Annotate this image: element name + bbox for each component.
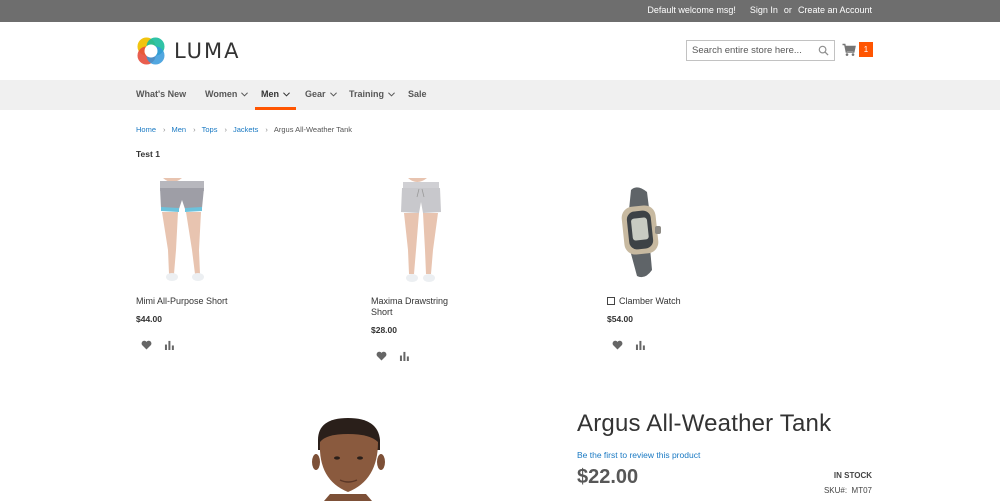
product-image[interactable] (136, 178, 276, 288)
breadcrumb-separator: › (224, 125, 227, 134)
block-title: Test 1 (136, 149, 160, 159)
compare-icon[interactable] (164, 340, 175, 350)
compare-icon[interactable] (635, 340, 646, 350)
product-image[interactable] (371, 178, 511, 288)
sign-in-link[interactable]: Sign In (750, 5, 778, 15)
chevron-down-icon (388, 92, 395, 97)
product-name-text[interactable]: Clamber Watch (619, 296, 681, 306)
breadcrumb-current: Argus All-Weather Tank (273, 125, 352, 134)
breadcrumb-separator: › (193, 125, 196, 134)
product-name[interactable]: Clamber Watch (607, 296, 681, 307)
product-item: Mimi All-Purpose Short $44.00 (136, 178, 326, 358)
create-account-link[interactable]: Create an Account (798, 5, 872, 15)
heart-icon[interactable] (141, 340, 152, 350)
product-price: $44.00 (136, 314, 162, 324)
product-item: Clamber Watch $54.00 (607, 178, 797, 358)
nav-item-women[interactable]: Women (205, 80, 249, 110)
product-name[interactable]: Maxima Drawstring (371, 296, 448, 307)
search-input[interactable] (687, 41, 813, 60)
header-links: Default welcome msg! Sign In or Create a… (647, 5, 872, 15)
stock-status: IN STOCK (833, 471, 872, 480)
breadcrumb-separator: › (163, 125, 166, 134)
product-name-line2[interactable]: Short (371, 307, 393, 318)
nav-item-label: Training (349, 89, 385, 99)
breadcrumb-tops[interactable]: Tops (202, 125, 218, 134)
sku: SKU#: MT07 (824, 486, 872, 495)
nav-item-training[interactable]: Training (349, 80, 395, 110)
search-icon[interactable] (818, 45, 829, 56)
chevron-down-icon (241, 92, 249, 97)
search-box[interactable] (686, 40, 835, 61)
header: LUMA 1 (0, 22, 1000, 80)
heart-icon[interactable] (376, 351, 387, 361)
nav-item-label: Women (205, 89, 238, 99)
product-item: Maxima Drawstring Short $28.00 (371, 178, 561, 368)
nav-item-whats-new[interactable]: What's New (136, 80, 186, 110)
chevron-down-icon (283, 92, 290, 97)
product-image[interactable] (607, 178, 747, 288)
breadcrumb-separator: › (265, 125, 268, 134)
heart-icon[interactable] (612, 340, 623, 350)
nav-item-label: Gear (305, 89, 326, 99)
product-name[interactable]: Mimi All-Purpose Short (136, 296, 228, 307)
breadcrumb: Home › Men › Tops › Jackets › Argus All-… (136, 125, 352, 134)
luma-logo-icon (137, 37, 165, 65)
compare-checkbox[interactable] (607, 297, 615, 305)
review-link[interactable]: Be the first to review this product (577, 450, 700, 460)
cart-counter-badge: 1 (859, 42, 873, 57)
product-main-image[interactable] (300, 410, 410, 501)
breadcrumb-jackets[interactable]: Jackets (233, 125, 258, 134)
product-detail-price: $22.00 (577, 466, 639, 488)
product-price: $28.00 (371, 325, 397, 335)
compare-icon[interactable] (399, 351, 410, 361)
cart-icon[interactable] (842, 43, 856, 57)
or-text: or (783, 5, 792, 15)
luma-logo[interactable]: LUMA (136, 36, 241, 66)
nav-item-sale[interactable]: Sale (408, 80, 427, 110)
breadcrumb-home[interactable]: Home (136, 125, 156, 134)
welcome-message: Default welcome msg! (647, 5, 736, 15)
nav-item-label: What's New (136, 89, 187, 99)
sku-label: SKU#: (823, 486, 848, 495)
nav-item-label: Men (261, 89, 279, 99)
breadcrumb-men[interactable]: Men (172, 125, 187, 134)
nav-item-label: Sale (408, 89, 427, 99)
product-title: Argus All-Weather Tank (577, 410, 832, 437)
sku-value: MT07 (851, 486, 872, 495)
nav-item-men[interactable]: Men (255, 80, 296, 110)
chevron-down-icon (329, 92, 337, 97)
product-price: $54.00 (607, 314, 633, 324)
main-navigation: What's New Women Men Gear Training Sale (0, 80, 1000, 110)
nav-item-gear[interactable]: Gear (305, 80, 337, 110)
logo-text: LUMA (174, 39, 241, 63)
mini-cart[interactable]: 1 (842, 42, 876, 60)
top-bar: Default welcome msg! Sign In or Create a… (0, 0, 1000, 22)
